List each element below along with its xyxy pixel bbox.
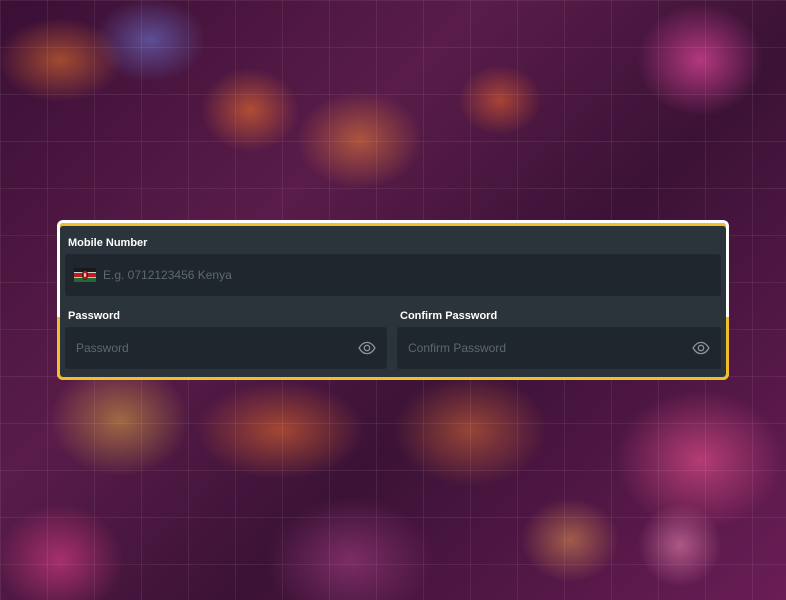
eye-icon[interactable]	[692, 339, 710, 357]
confirm-password-label: Confirm Password	[400, 310, 498, 322]
registration-form-panel: Mobile Number Password Confirm Password	[57, 220, 729, 380]
mobile-number-input[interactable]	[103, 255, 720, 295]
confirm-password-field[interactable]	[397, 327, 721, 369]
password-input[interactable]	[76, 328, 358, 368]
mobile-number-field[interactable]	[65, 254, 721, 296]
mobile-number-label: Mobile Number	[68, 237, 148, 249]
eye-icon[interactable]	[358, 339, 376, 357]
password-label: Password	[68, 310, 120, 322]
kenya-flag-icon	[74, 268, 96, 282]
confirm-password-input[interactable]	[408, 328, 692, 368]
blurred-casino-background: Mobile Number Password Confirm Password	[0, 0, 786, 600]
password-field[interactable]	[65, 327, 387, 369]
